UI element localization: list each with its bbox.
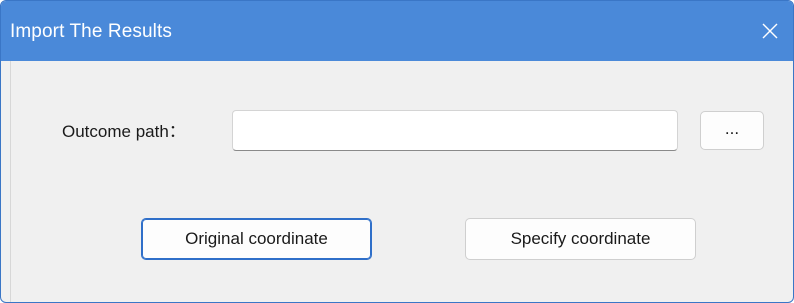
title-bar[interactable]: Import The Results bbox=[1, 1, 793, 61]
specify-coordinate-button[interactable]: Specify coordinate bbox=[465, 218, 696, 260]
close-icon bbox=[762, 23, 778, 39]
outcome-path-input[interactable] bbox=[232, 110, 678, 151]
window-title: Import The Results bbox=[10, 21, 172, 42]
original-coordinate-button[interactable]: Original coordinate bbox=[141, 218, 372, 260]
dialog-body: Outcome path： ... Original coordinate Sp… bbox=[10, 61, 787, 302]
close-button[interactable] bbox=[747, 1, 793, 61]
outcome-path-label: Outcome path： bbox=[62, 122, 186, 141]
import-results-dialog: Import The Results Outcome path： ... Ori… bbox=[0, 0, 794, 303]
browse-button[interactable]: ... bbox=[700, 111, 764, 150]
